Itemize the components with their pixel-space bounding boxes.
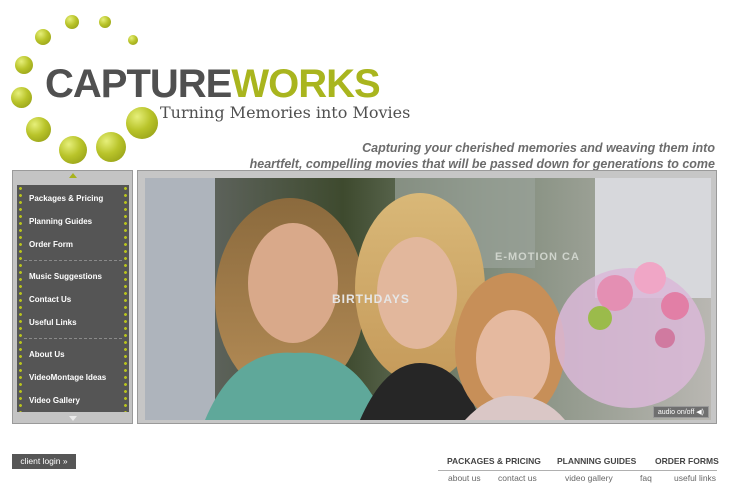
site-tagline: Capturing your cherished memories and we… bbox=[250, 140, 715, 172]
sidebar-divider bbox=[24, 260, 122, 261]
client-login-button[interactable]: client login » bbox=[12, 454, 76, 469]
slideshow-caption-emotion: E-MOTION CA bbox=[495, 251, 580, 263]
logo-dot bbox=[15, 56, 33, 74]
sidebar-item-videomontage-ideas[interactable]: VideoMontage Ideas bbox=[29, 373, 106, 382]
logo-dot bbox=[128, 35, 138, 45]
sidebar-item-planning-guides[interactable]: Planning Guides bbox=[29, 217, 92, 226]
logo-wordmark[interactable]: CAPTUREWORKS bbox=[45, 62, 381, 107]
sidebar-item-contact-us[interactable]: Contact Us bbox=[29, 295, 71, 304]
footer-link-useful-links[interactable]: useful links bbox=[674, 473, 716, 483]
footer-link-about-us[interactable]: about us bbox=[448, 473, 481, 483]
sidebar-nav: Packages & Pricing Planning Guides Order… bbox=[17, 185, 129, 412]
scroll-up-arrow-icon[interactable] bbox=[69, 173, 77, 178]
sidebar-item-video-gallery[interactable]: Video Gallery bbox=[29, 396, 80, 405]
slideshow-caption-birthdays: BIRTHDAYS bbox=[332, 292, 410, 306]
footer-divider bbox=[438, 470, 717, 471]
sidebar-item-order-form[interactable]: Order Form bbox=[29, 240, 73, 249]
sidebar-divider bbox=[24, 338, 122, 339]
slideshow-photo[interactable]: BIRTHDAYS E-MOTION CA audio on/off ◀) bbox=[145, 178, 711, 420]
logo-dot bbox=[35, 29, 51, 45]
logo-capture-text: CAPTURE bbox=[45, 62, 232, 106]
scroll-down-arrow-icon[interactable] bbox=[69, 416, 77, 421]
sidebar-item-music-suggestions[interactable]: Music Suggestions bbox=[29, 272, 102, 281]
logo-dot bbox=[26, 117, 51, 142]
slideshow-photo-image bbox=[145, 178, 711, 420]
logo-tagline: Turning Memories into Movies bbox=[160, 103, 411, 122]
logo-dot bbox=[11, 87, 32, 108]
logo-dot bbox=[65, 15, 79, 29]
logo-dot bbox=[59, 136, 87, 164]
bottom-nav-packages-pricing[interactable]: PACKAGES & PRICING bbox=[447, 456, 541, 466]
sidebar-rail-left bbox=[19, 185, 22, 412]
bottom-nav-order-forms[interactable]: ORDER FORMS bbox=[655, 456, 719, 466]
logo-works-text: WORKS bbox=[231, 62, 380, 106]
logo-dot bbox=[99, 16, 111, 28]
audio-toggle-button[interactable]: audio on/off ◀) bbox=[652, 406, 709, 418]
footer-link-video-gallery[interactable]: video gallery bbox=[565, 473, 613, 483]
footer-link-faq[interactable]: faq bbox=[640, 473, 652, 483]
footer-link-contact-us[interactable]: contact us bbox=[498, 473, 537, 483]
sidebar-item-useful-links[interactable]: Useful Links bbox=[29, 318, 77, 327]
bottom-nav-planning-guides[interactable]: PLANNING GUIDES bbox=[557, 456, 636, 466]
sidebar-item-packages-pricing[interactable]: Packages & Pricing bbox=[29, 194, 103, 203]
sidebar-item-about-us[interactable]: About Us bbox=[29, 350, 65, 359]
logo-dot bbox=[96, 132, 126, 162]
sidebar-rail-right bbox=[124, 185, 127, 412]
site-tagline-line1: Capturing your cherished memories and we… bbox=[362, 141, 715, 155]
logo-dot bbox=[126, 107, 158, 139]
